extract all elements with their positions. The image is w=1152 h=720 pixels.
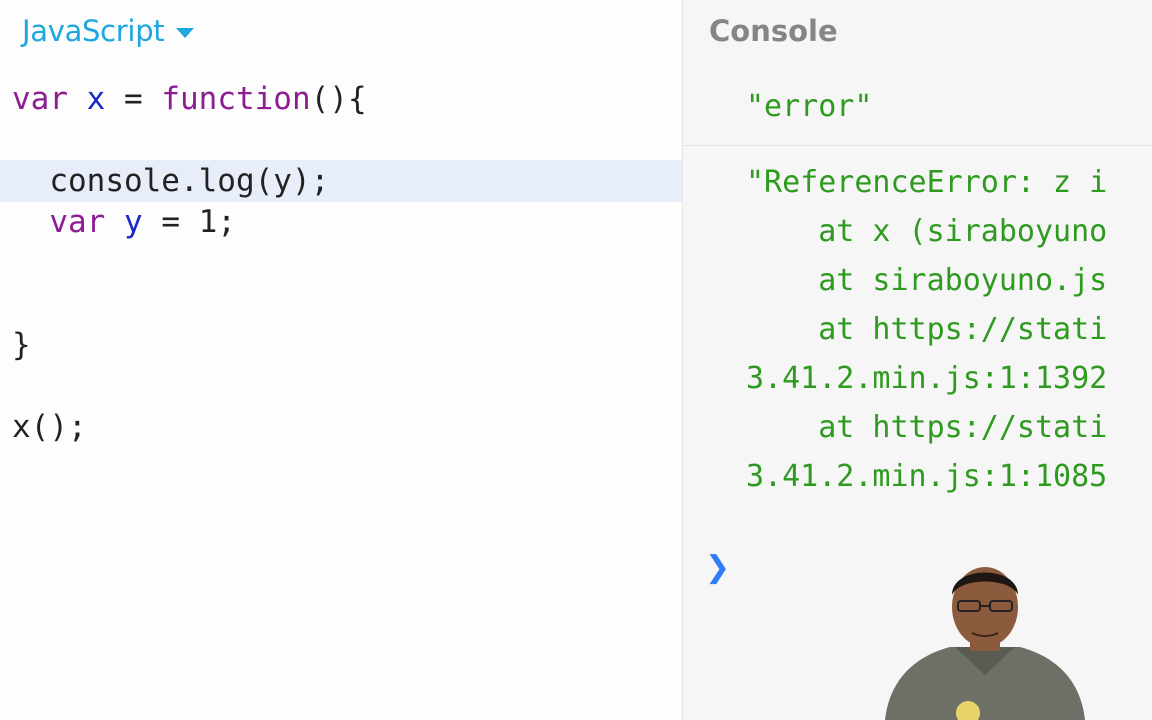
language-label: JavaScript xyxy=(22,14,165,48)
code-line[interactable]: var x = function(){ xyxy=(0,78,682,120)
code-token: } xyxy=(12,327,31,363)
code-token: var xyxy=(12,81,87,117)
code-token: x(); xyxy=(12,409,87,445)
caret-down-icon[interactable] xyxy=(176,28,195,38)
console-error-line: at https://stati xyxy=(746,410,1108,445)
console-error-line: at x (siraboyuno xyxy=(746,214,1108,249)
code-line[interactable]: } xyxy=(0,324,682,366)
console-error-line: at https://stati xyxy=(746,312,1108,347)
code-token: (){ xyxy=(310,81,367,117)
code-line-text: var x = function(){ xyxy=(12,78,367,120)
code-token: function xyxy=(161,81,311,117)
code-line[interactable] xyxy=(0,119,682,161)
code-line-text: x(); xyxy=(12,406,87,448)
code-token: var xyxy=(49,204,124,240)
console-error-line: at siraboyuno.js xyxy=(746,263,1108,298)
language-selector[interactable]: JavaScript xyxy=(22,14,195,48)
code-token: = 1; xyxy=(142,204,236,240)
console-log-entry: "error" xyxy=(746,89,873,124)
code-line[interactable] xyxy=(0,365,682,407)
code-token: x xyxy=(86,81,106,117)
console-error-line: 3.41.2.min.js:1:1392 xyxy=(746,361,1108,396)
code-token: y xyxy=(123,204,143,240)
code-token: = xyxy=(105,81,162,117)
code-line[interactable]: x(); xyxy=(0,406,682,448)
code-line[interactable] xyxy=(0,283,682,325)
console-error-line: "ReferenceError: z i xyxy=(746,165,1108,200)
console-title: Console xyxy=(709,14,838,48)
code-line[interactable]: console.log(y); xyxy=(0,160,682,202)
code-token: console.log(y); xyxy=(12,163,330,199)
app-root: JavaScript var x = function(){ console.l… xyxy=(0,0,1152,720)
console-entry-divider xyxy=(683,145,1152,146)
chevron-right-icon[interactable]: ❯ xyxy=(705,550,730,585)
code-line-text: console.log(y); xyxy=(12,160,329,202)
code-line[interactable] xyxy=(0,242,682,284)
code-line-text: } xyxy=(12,324,31,366)
console-error-line: 3.41.2.min.js:1:1085 xyxy=(746,459,1108,494)
code-line-text: var y = 1; xyxy=(12,201,236,243)
code-line[interactable]: var y = 1; xyxy=(0,201,682,243)
code-editor[interactable]: JavaScript var x = function(){ console.l… xyxy=(0,0,682,720)
presenter-webcam xyxy=(885,567,1085,720)
